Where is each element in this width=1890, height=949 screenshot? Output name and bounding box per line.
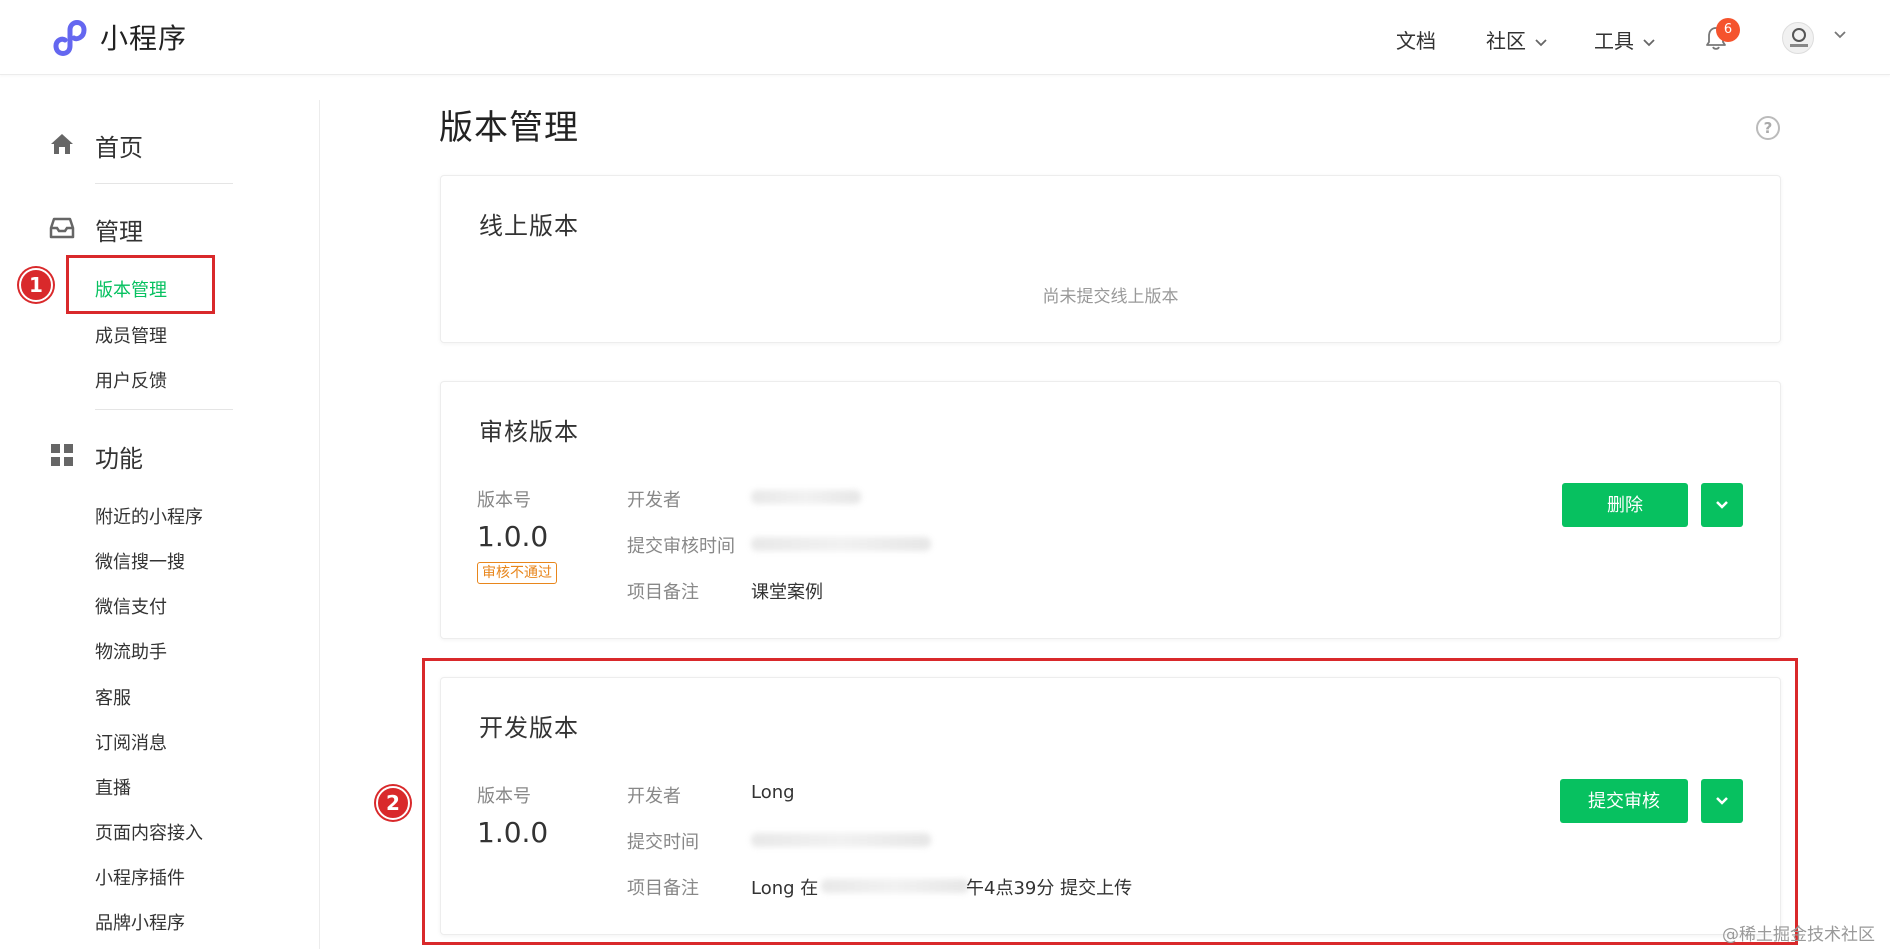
chevron-down-icon [1716, 501, 1728, 509]
sidebar-item-home[interactable]: 首页 [95, 128, 143, 163]
online-version-title: 线上版本 [479, 212, 579, 240]
review-version-label: 版本号 [477, 490, 531, 511]
sidebar-section-manage: 管理 [95, 218, 143, 246]
review-time-label: 提交审核时间 [627, 536, 735, 557]
nav-docs-label: 文档 [1396, 29, 1436, 53]
sidebar-item-plugins[interactable]: 小程序插件 [95, 864, 185, 890]
annotation-badge-1: 1 [19, 268, 53, 302]
brand-title[interactable]: 小程序 [100, 17, 187, 57]
nav-tools[interactable]: 工具 [1594, 25, 1656, 54]
inbox-icon [49, 217, 75, 239]
sidebar-section-features: 功能 [95, 445, 143, 473]
online-version-card: 线上版本 尚未提交线上版本 [440, 175, 1781, 343]
review-more-dropdown[interactable] [1701, 483, 1743, 527]
sidebar-divider [95, 409, 233, 410]
sidebar-item-live[interactable]: 直播 [95, 774, 131, 800]
review-developer-value [751, 490, 861, 504]
nav-tools-label: 工具 [1594, 29, 1634, 53]
sidebar-item-brand-miniprogram[interactable]: 品牌小程序 [95, 909, 185, 935]
sidebar-divider [319, 100, 320, 949]
miniprogram-logo-icon[interactable] [48, 16, 90, 58]
top-navbar: 小程序 文档 社区 工具 6 [0, 0, 1890, 75]
annotation-box-2 [422, 658, 1798, 945]
review-note-value: 课堂案例 [751, 582, 823, 603]
home-icon [51, 134, 73, 154]
review-note-label: 项目备注 [627, 582, 699, 603]
page-title: 版本管理 [439, 108, 579, 148]
review-time-value [751, 537, 931, 551]
review-status-badge: 审核不通过 [477, 562, 557, 584]
notification-badge: 6 [1716, 18, 1740, 42]
grid-icon [51, 444, 73, 466]
watermark: @稀土掘金技术社区 [1722, 925, 1875, 945]
sidebar-item-wechat-pay[interactable]: 微信支付 [95, 593, 167, 619]
review-version-number: 1.0.0 [477, 520, 549, 553]
sidebar-item-subscription[interactable]: 订阅消息 [95, 729, 167, 755]
annotation-badge-2: 2 [376, 786, 410, 820]
annotation-box-1 [66, 255, 215, 314]
online-version-empty: 尚未提交线上版本 [1042, 287, 1179, 307]
sidebar-divider [95, 183, 233, 184]
chevron-down-icon [1643, 38, 1655, 46]
sidebar-item-wechat-search[interactable]: 微信搜一搜 [95, 548, 185, 574]
chevron-down-icon[interactable] [1833, 30, 1847, 40]
sidebar-item-logistics[interactable]: 物流助手 [95, 638, 167, 664]
nav-community-label: 社区 [1486, 29, 1526, 53]
sidebar-item-content-access[interactable]: 页面内容接入 [95, 819, 203, 845]
nav-community[interactable]: 社区 [1486, 25, 1548, 54]
chevron-down-icon [1535, 38, 1547, 46]
sidebar-item-nearby-miniprogram[interactable]: 附近的小程序 [95, 503, 203, 529]
review-developer-label: 开发者 [627, 490, 681, 511]
sidebar-item-user-feedback[interactable]: 用户反馈 [95, 367, 167, 393]
review-version-title: 审核版本 [479, 418, 579, 446]
avatar-image-icon [1790, 28, 1808, 47]
avatar[interactable] [1782, 22, 1814, 54]
sidebar-item-customer-service[interactable]: 客服 [95, 684, 131, 710]
review-version-card: 审核版本 版本号 1.0.0 审核不通过 开发者 提交审核时间 项目备注 课堂案… [440, 381, 1781, 639]
delete-button[interactable]: 删除 [1562, 483, 1688, 527]
sidebar-item-member-management[interactable]: 成员管理 [95, 322, 167, 348]
nav-docs[interactable]: 文档 [1396, 25, 1436, 54]
help-icon[interactable]: ? [1756, 116, 1780, 140]
